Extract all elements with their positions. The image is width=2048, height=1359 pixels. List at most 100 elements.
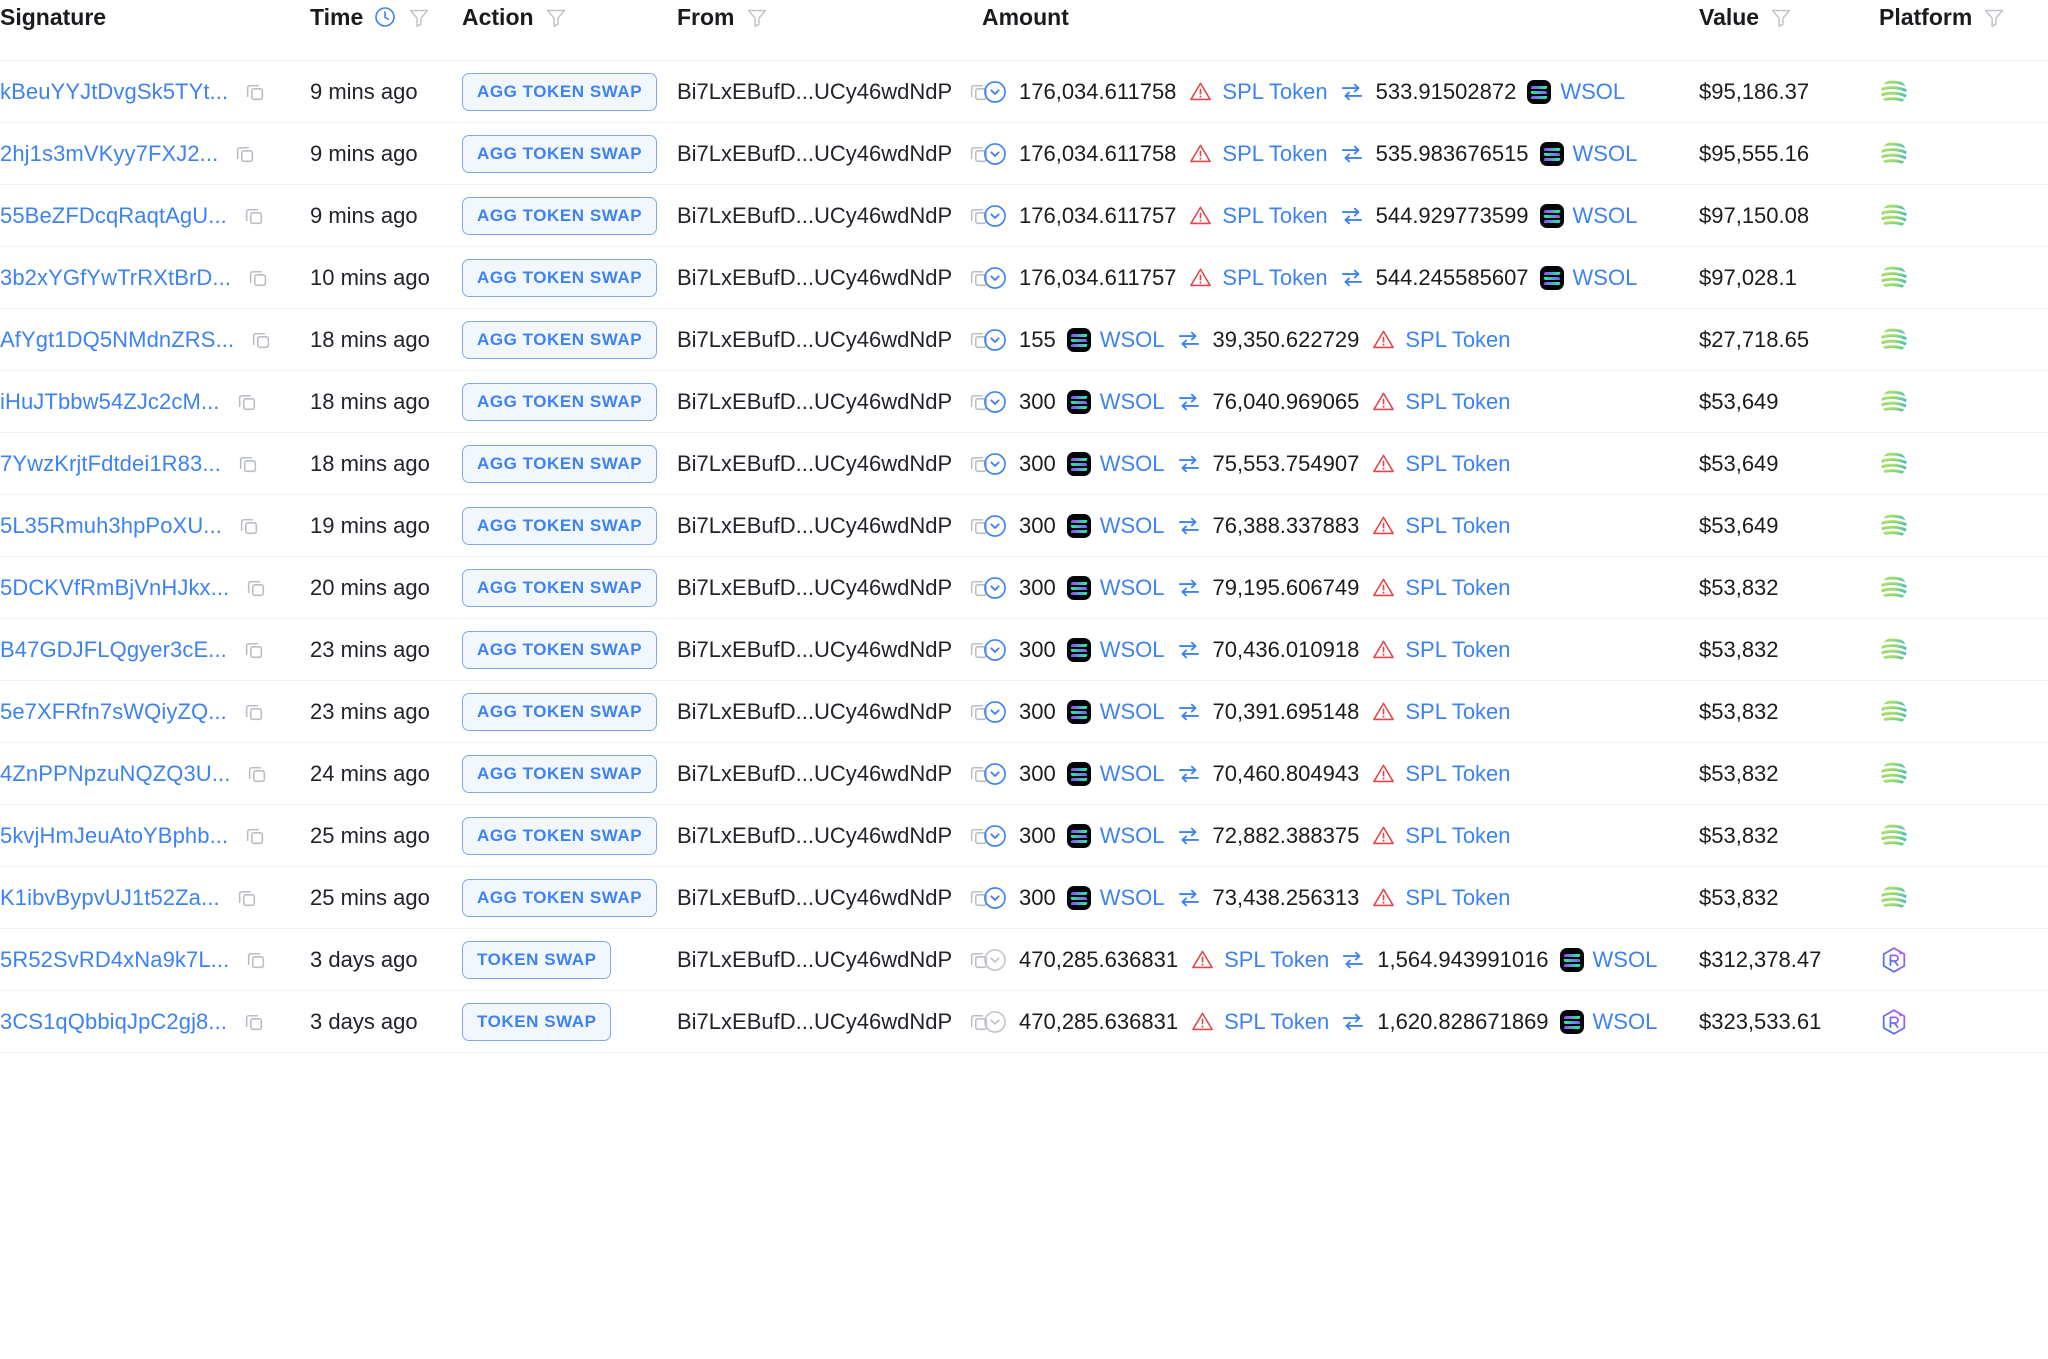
action-badge[interactable]: AGG TOKEN SWAP [462, 134, 658, 173]
table-row[interactable]: kBeuYYJtDvgSk5TYt... 9 mins ago AGG TOKE… [0, 61, 2048, 123]
action-badge[interactable]: AGG TOKEN SWAP [462, 506, 658, 545]
amount-in-token[interactable]: SPL Token [1224, 947, 1329, 973]
copy-icon[interactable] [234, 389, 260, 415]
chevron-down-circle-icon[interactable] [982, 79, 1008, 105]
action-badge[interactable]: TOKEN SWAP [462, 940, 612, 979]
action-badge[interactable]: AGG TOKEN SWAP [462, 568, 658, 607]
table-row[interactable]: 5e7XFRfn7sWQiyZQ... 23 mins ago AGG TOKE… [0, 681, 2048, 743]
copy-icon[interactable] [235, 451, 261, 477]
signature-link[interactable]: 55BeZFDcqRaqtAgU... [0, 203, 227, 229]
copy-icon[interactable] [242, 79, 268, 105]
action-badge[interactable]: AGG TOKEN SWAP [462, 754, 658, 793]
jupiter-logo-icon[interactable] [1879, 821, 1909, 851]
amount-out-token[interactable]: SPL Token [1405, 761, 1510, 787]
amount-in-token[interactable]: WSOL [1100, 575, 1165, 601]
amount-in-token[interactable]: SPL Token [1222, 79, 1327, 105]
jupiter-logo-icon[interactable] [1879, 511, 1909, 541]
raydium-logo-icon[interactable] [1879, 1007, 1909, 1037]
table-row[interactable]: 5kvjHmJeuAtoYBphb... 25 mins ago AGG TOK… [0, 805, 2048, 867]
amount-in-token[interactable]: WSOL [1100, 699, 1165, 725]
jupiter-logo-icon[interactable] [1879, 263, 1909, 293]
table-row[interactable]: AfYgt1DQ5NMdnZRS... 18 mins ago AGG TOKE… [0, 309, 2048, 371]
clock-icon[interactable] [373, 5, 397, 29]
filter-icon[interactable] [745, 5, 769, 29]
copy-icon[interactable] [234, 885, 260, 911]
copy-icon[interactable] [243, 947, 269, 973]
amount-in-token[interactable]: WSOL [1100, 327, 1165, 353]
copy-icon[interactable] [243, 575, 269, 601]
table-row[interactable]: B47GDJFLQgyer3cE... 23 mins ago AGG TOKE… [0, 619, 2048, 681]
action-badge[interactable]: AGG TOKEN SWAP [462, 444, 658, 483]
chevron-down-circle-icon[interactable] [982, 699, 1008, 725]
signature-link[interactable]: K1ibvBypvUJ1t52Za... [0, 885, 220, 911]
amount-out-token[interactable]: SPL Token [1405, 885, 1510, 911]
action-badge[interactable]: TOKEN SWAP [462, 1002, 612, 1041]
amount-in-token[interactable]: WSOL [1100, 823, 1165, 849]
chevron-down-circle-icon[interactable] [982, 265, 1008, 291]
amount-out-token[interactable]: WSOL [1593, 947, 1658, 973]
copy-icon[interactable] [241, 637, 267, 663]
amount-in-token[interactable]: SPL Token [1224, 1009, 1329, 1035]
signature-link[interactable]: 3b2xYGfYwTrRXtBrD... [0, 265, 231, 291]
table-row[interactable]: 3b2xYGfYwTrRXtBrD... 10 mins ago AGG TOK… [0, 247, 2048, 309]
action-badge[interactable]: AGG TOKEN SWAP [462, 258, 658, 297]
signature-link[interactable]: 2hj1s3mVKyy7FXJ2... [0, 141, 218, 167]
amount-in-token[interactable]: WSOL [1100, 885, 1165, 911]
table-row[interactable]: K1ibvBypvUJ1t52Za... 25 mins ago AGG TOK… [0, 867, 2048, 929]
amount-out-token[interactable]: WSOL [1573, 265, 1638, 291]
amount-out-token[interactable]: SPL Token [1405, 513, 1510, 539]
table-row[interactable]: 3CS1qQbbiqJpC2gj8... 3 days ago TOKEN SW… [0, 991, 2048, 1053]
amount-in-token[interactable]: SPL Token [1222, 141, 1327, 167]
chevron-down-circle-icon[interactable] [982, 823, 1008, 849]
copy-icon[interactable] [241, 699, 267, 725]
copy-icon[interactable] [244, 761, 270, 787]
filter-icon[interactable] [1769, 5, 1793, 29]
chevron-down-circle-icon[interactable] [982, 389, 1008, 415]
amount-in-token[interactable]: WSOL [1100, 761, 1165, 787]
jupiter-logo-icon[interactable] [1879, 573, 1909, 603]
chevron-down-circle-icon[interactable] [982, 327, 1008, 353]
table-row[interactable]: 55BeZFDcqRaqtAgU... 9 mins ago AGG TOKEN… [0, 185, 2048, 247]
chevron-down-circle-icon[interactable] [982, 451, 1008, 477]
amount-out-token[interactable]: WSOL [1573, 203, 1638, 229]
signature-link[interactable]: 5kvjHmJeuAtoYBphb... [0, 823, 228, 849]
amount-out-token[interactable]: SPL Token [1405, 575, 1510, 601]
action-badge[interactable]: AGG TOKEN SWAP [462, 196, 658, 235]
signature-link[interactable]: 5R52SvRD4xNa9k7L... [0, 947, 229, 973]
copy-icon[interactable] [245, 265, 271, 291]
amount-out-token[interactable]: WSOL [1560, 79, 1625, 105]
amount-out-token[interactable]: SPL Token [1405, 637, 1510, 663]
amount-out-token[interactable]: SPL Token [1405, 389, 1510, 415]
amount-in-token[interactable]: WSOL [1100, 513, 1165, 539]
signature-link[interactable]: 5DCKVfRmBjVnHJkx... [0, 575, 229, 601]
signature-link[interactable]: B47GDJFLQgyer3cE... [0, 637, 227, 663]
copy-icon[interactable] [248, 327, 274, 353]
action-badge[interactable]: AGG TOKEN SWAP [462, 72, 658, 111]
chevron-down-circle-icon[interactable] [982, 513, 1008, 539]
action-badge[interactable]: AGG TOKEN SWAP [462, 382, 658, 421]
filter-icon[interactable] [1982, 5, 2006, 29]
action-badge[interactable]: AGG TOKEN SWAP [462, 692, 658, 731]
jupiter-logo-icon[interactable] [1879, 77, 1909, 107]
jupiter-logo-icon[interactable] [1879, 449, 1909, 479]
copy-icon[interactable] [242, 823, 268, 849]
signature-link[interactable]: kBeuYYJtDvgSk5TYt... [0, 79, 228, 105]
jupiter-logo-icon[interactable] [1879, 697, 1909, 727]
chevron-down-circle-icon[interactable] [982, 947, 1008, 973]
table-row[interactable]: 4ZnPPNpzuNQZQ3U... 24 mins ago AGG TOKEN… [0, 743, 2048, 805]
jupiter-logo-icon[interactable] [1879, 387, 1909, 417]
amount-in-token[interactable]: SPL Token [1222, 203, 1327, 229]
filter-icon[interactable] [407, 5, 431, 29]
signature-link[interactable]: 4ZnPPNpzuNQZQ3U... [0, 761, 230, 787]
signature-link[interactable]: 7YwzKrjtFdtdei1R83... [0, 451, 221, 477]
chevron-down-circle-icon[interactable] [982, 885, 1008, 911]
action-badge[interactable]: AGG TOKEN SWAP [462, 878, 658, 917]
table-row[interactable]: iHuJTbbw54ZJc2cM... 18 mins ago AGG TOKE… [0, 371, 2048, 433]
amount-out-token[interactable]: WSOL [1593, 1009, 1658, 1035]
raydium-logo-icon[interactable] [1879, 945, 1909, 975]
signature-link[interactable]: AfYgt1DQ5NMdnZRS... [0, 327, 234, 353]
amount-out-token[interactable]: WSOL [1573, 141, 1638, 167]
amount-out-token[interactable]: SPL Token [1405, 451, 1510, 477]
signature-link[interactable]: 3CS1qQbbiqJpC2gj8... [0, 1009, 227, 1035]
jupiter-logo-icon[interactable] [1879, 325, 1909, 355]
